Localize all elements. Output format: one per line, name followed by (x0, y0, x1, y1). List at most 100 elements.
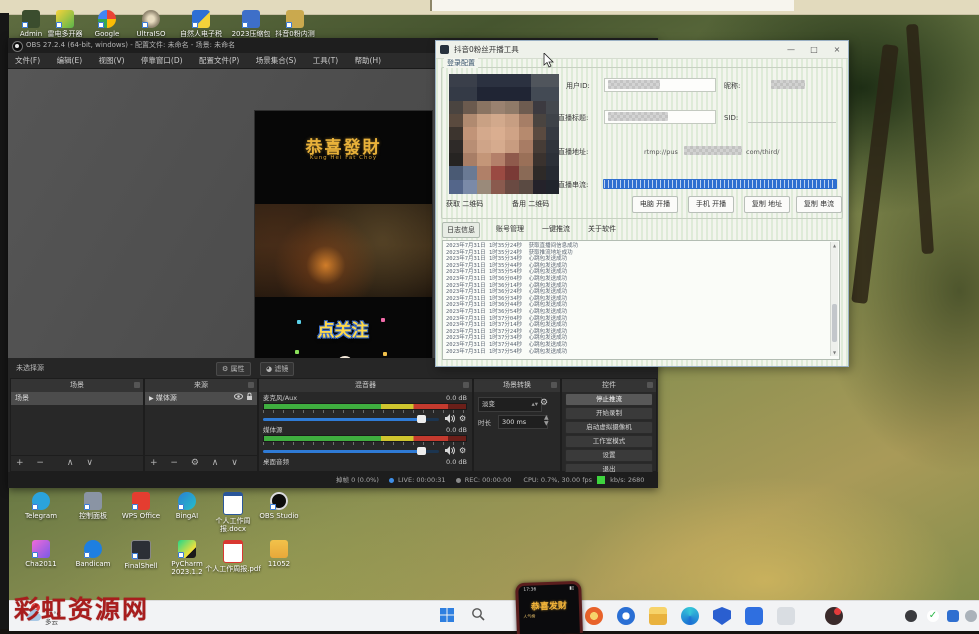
properties-button[interactable]: ⚙ 属性 (216, 362, 251, 376)
tray-bell-icon[interactable] (965, 610, 977, 622)
menu-profile[interactable]: 配置文件(P) (192, 53, 246, 68)
sid-input[interactable] (748, 110, 836, 123)
desktop-icon-label: 抖音0粉内测 (266, 30, 324, 38)
phone-start-button[interactable]: 手机 开播 (688, 196, 734, 213)
redacted-nickname (771, 80, 805, 89)
search-icon[interactable] (471, 607, 489, 625)
log-line: 2023年7月31日 1时35分54秒 心跳包发送成功 (446, 269, 836, 276)
edge-icon[interactable] (681, 607, 699, 625)
log-box[interactable]: 2023年7月31日 1时35分24秒 获取直播间信息成功2023年7月31日 … (442, 240, 840, 360)
avatar (449, 74, 559, 194)
copy-stream-button[interactable]: 复制 串流 (796, 196, 842, 213)
tray-app-icon[interactable] (905, 610, 917, 622)
desktop-icon-cha2011[interactable]: Cha2011 (12, 540, 70, 568)
file-explorer-icon[interactable] (649, 607, 667, 625)
backup-qrcode-button[interactable]: 备用 二维码 (512, 199, 549, 209)
add-scene-button[interactable]: + (11, 456, 29, 471)
studio-mode-button[interactable]: 工作室模式 (565, 435, 653, 448)
obs-logo-icon (12, 41, 23, 52)
stop-streaming-button[interactable]: 停止推流 (565, 393, 653, 406)
tab-log[interactable]: 日志信息 (442, 222, 480, 238)
start-recording-button[interactable]: 开始录制 (565, 407, 653, 420)
transitions-header[interactable]: 场景转换 (474, 379, 560, 392)
scenes-footer: + − ∧ ∨ (11, 455, 143, 471)
sources-header[interactable]: 来源 (145, 379, 257, 392)
stream-key-selected-text[interactable] (603, 179, 837, 189)
tab-about[interactable]: 关于软件 (584, 222, 620, 236)
speaker-icon[interactable] (445, 414, 455, 426)
scene-down-button[interactable]: ∨ (81, 456, 98, 471)
remove-source-button[interactable]: − (165, 456, 183, 471)
bandicam-icon (84, 540, 102, 558)
duration-input[interactable]: 300 ms (498, 415, 548, 429)
channel-gear-icon[interactable]: ⚙ (459, 446, 466, 456)
tree-trunk (906, 24, 934, 254)
photo-top-white (430, 0, 794, 11)
shield-app-icon[interactable] (713, 607, 731, 625)
controls-header[interactable]: 控件 (562, 379, 656, 392)
pdf-file-icon (223, 540, 243, 563)
close-button[interactable]: × (826, 41, 848, 58)
filters-button[interactable]: ◕ 滤镜 (260, 362, 294, 376)
app-icon-dark-red[interactable] (825, 607, 843, 625)
app-icon-blue-circle[interactable] (617, 607, 635, 625)
menu-edit[interactable]: 编辑(E) (50, 53, 90, 68)
tab-accounts[interactable]: 账号管理 (492, 222, 528, 236)
scroll-up-icon[interactable]: ▲ (831, 243, 838, 248)
menu-docks[interactable]: 停靠窗口(D) (134, 53, 190, 68)
scene-item[interactable]: 场景 (11, 392, 143, 405)
bingai-icon (178, 492, 196, 510)
start-button[interactable] (439, 607, 457, 625)
source-up-button[interactable]: ∧ (207, 456, 224, 471)
tab-one-key-push[interactable]: 一键推流 (538, 222, 574, 236)
mixer-header[interactable]: 混音器 (259, 379, 472, 392)
source-lock-icon[interactable] (246, 392, 253, 406)
log-scrollbar[interactable]: ▲ ▼ (830, 242, 838, 356)
minimize-button[interactable]: — (780, 41, 802, 58)
desktop-icon-telegram[interactable]: Telegram (12, 492, 70, 520)
app-icon-light[interactable] (777, 607, 795, 625)
pc-start-button[interactable]: 电脑 开播 (632, 196, 678, 213)
maximize-button[interactable]: □ (803, 41, 825, 58)
menu-scene-collection[interactable]: 场景集合(S) (249, 53, 304, 68)
settings-button[interactable]: 设置 (565, 449, 653, 462)
volume-slider-handle[interactable] (417, 447, 426, 455)
bitrate: kb/s: 2680 (610, 476, 644, 484)
desktop-icon-11052[interactable]: 11052 (250, 540, 308, 568)
get-qrcode-button[interactable]: 获取 二维码 (446, 199, 483, 209)
tray-check-icon[interactable]: ✓ (927, 610, 939, 622)
desktop-icon-douyin-tool[interactable]: 抖音0粉内测 (266, 10, 324, 38)
tray-chat-icon[interactable] (947, 610, 959, 622)
speaker-icon[interactable] (445, 446, 455, 458)
volume-slider-handle[interactable] (417, 415, 426, 423)
duration-spinner-icon[interactable]: ▲▼ (544, 415, 549, 427)
menu-help[interactable]: 帮助(H) (348, 53, 389, 68)
redacted-user-id (608, 80, 660, 89)
source-visibility-icon[interactable] (234, 392, 243, 406)
copy-address-button[interactable]: 复制 地址 (744, 196, 790, 213)
source-item[interactable]: ▶ 媒体源 (145, 392, 257, 405)
scenes-header[interactable]: 场景 (11, 379, 143, 392)
phone-stream-title: 恭喜发财 (519, 598, 579, 613)
dialog-titlebar[interactable]: 抖音0粉丝开播工具 — □ × (436, 41, 848, 59)
desktop-icon-obs[interactable]: OBS Studio (250, 492, 308, 520)
menu-file[interactable]: 文件(F) (8, 53, 47, 68)
source-properties-button[interactable]: ⚙ (186, 456, 204, 471)
menu-view[interactable]: 视图(V) (92, 53, 132, 68)
channel-gear-icon[interactable]: ⚙ (459, 414, 466, 424)
add-source-button[interactable]: + (145, 456, 163, 471)
watermark: 彩虹资源网 (14, 590, 149, 626)
wechat-work-icon[interactable] (745, 607, 763, 625)
transition-select[interactable]: 淡变 ▴▾ (478, 397, 542, 412)
virtual-camera-button[interactable]: 启动虚拟摄像机 (565, 421, 653, 434)
browser-app-icon[interactable] (585, 607, 603, 625)
menu-tools[interactable]: 工具(T) (306, 53, 345, 68)
remove-scene-button[interactable]: − (31, 456, 49, 471)
scene-up-button[interactable]: ∧ (62, 456, 79, 471)
transition-gear-icon[interactable]: ⚙ (540, 398, 548, 408)
scrollbar-thumb[interactable] (832, 304, 837, 342)
source-down-button[interactable]: ∨ (226, 456, 243, 471)
scroll-down-icon[interactable]: ▼ (831, 350, 838, 355)
log-line: 2023年7月31日 1时37分34秒 心跳包发送成功 (446, 335, 836, 342)
movie-frame (255, 204, 432, 297)
